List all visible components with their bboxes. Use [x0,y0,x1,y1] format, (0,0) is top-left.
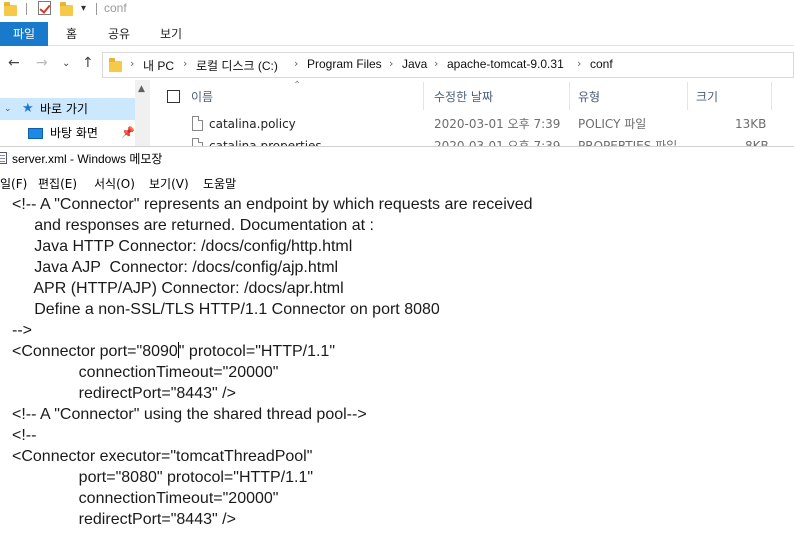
breadcrumb-java[interactable]: Java [402,57,427,71]
select-all-checkbox[interactable] [167,90,180,103]
text-editor-area[interactable]: <!-- A "Connector" represents an endpoin… [0,194,794,537]
window-title: conf [104,1,127,15]
ribbon-tabs: 파일 홈 공유 보기 [0,22,794,46]
breadcrumb-separator-icon[interactable]: › [577,57,581,70]
menu-help[interactable]: 도움말 [203,175,236,192]
nav-item-label: 바탕 화면 [50,126,98,140]
code-text-after-caret: " protocol="HTTP/1.1" [178,343,336,360]
code-text-before-caret: <Connector port="8090 [12,343,178,360]
column-header-size[interactable]: 크기 [696,88,718,105]
file-list: ⌃ 이름 수정한 날짜 유형 크기 catalina.policy 2020-0… [155,80,794,148]
tab-home[interactable]: 홈 [56,22,87,46]
toolbar-divider [26,3,27,15]
menu-format[interactable]: 서식(O) [94,175,135,192]
code-line-connector-port: <Connector port="8090" protocol="HTTP/1.… [12,341,335,362]
file-explorer-window: ▾ conf 파일 홈 공유 보기 ← → ⌄ ↑ › 내 PC › 로컬 디스… [0,0,794,148]
menu-file[interactable]: 일(F) [0,175,27,192]
code-line: redirectPort="8443" /> [12,511,236,528]
nav-item-label: 바로 가기 [40,102,88,116]
code-line: Java AJP Connector: /docs/config/ajp.htm… [12,259,339,276]
column-divider[interactable] [423,82,424,110]
desktop-icon [28,128,43,139]
table-row[interactable]: catalina.policy 2020-03-01 오후 7:39 POLIC… [155,113,794,135]
forward-arrow-icon[interactable]: → [36,55,48,71]
file-name: catalina.policy [209,117,296,131]
nav-pane-scrollbar[interactable]: ▲ [135,80,150,148]
breadcrumb-program-files[interactable]: Program Files [307,57,382,71]
tab-file[interactable]: 파일 [0,22,48,46]
column-header-name[interactable]: 이름 [191,88,213,105]
properties-check-icon[interactable] [38,1,51,15]
scroll-up-arrow-icon[interactable]: ▲ [138,84,145,94]
column-divider[interactable] [569,82,570,110]
notepad-app-icon[interactable] [0,152,7,164]
code-line: and responses are returned. Documentatio… [12,217,374,234]
recent-locations-chevron-icon[interactable]: ⌄ [62,58,70,69]
code-line: <!-- A "Connector" represents an endpoin… [12,196,533,213]
code-line: Define a non-SSL/TLS HTTP/1.1 Connector … [12,301,440,318]
code-line: <!-- A "Connector" using the shared thre… [12,406,367,423]
breadcrumb-separator-icon[interactable]: › [389,57,393,70]
notepad-window: server.xml - Windows 메모장 일(F) 편집(E) 서식(O… [0,146,794,537]
code-line: Java HTTP Connector: /docs/config/http.h… [12,238,353,255]
window-title: server.xml - Windows 메모장 [12,152,163,166]
sort-ascending-icon: ⌃ [293,80,302,91]
star-icon: ★ [22,101,34,116]
file-size: 13KB [735,117,767,131]
code-line: connectionTimeout="20000" [12,490,279,507]
column-divider[interactable] [687,82,688,110]
breadcrumb-local-disk[interactable]: 로컬 디스크 (C:) [196,57,278,74]
menu-bar: 일(F) 편집(E) 서식(O) 보기(V) 도움말 [0,172,794,192]
code-line: port="8080" protocol="HTTP/1.1" [12,469,314,486]
breadcrumb-separator-icon[interactable]: › [294,57,298,70]
up-arrow-icon[interactable]: ↑ [82,55,94,71]
nav-item-desktop[interactable]: 바탕 화면 📌 [0,122,135,144]
file-icon [192,116,203,131]
toolbar-divider [96,3,97,15]
breadcrumb-tomcat[interactable]: apache-tomcat-9.0.31 [447,57,564,71]
tab-share[interactable]: 공유 [98,22,140,46]
notepad-title-bar[interactable]: server.xml - Windows 메모장 [0,147,794,169]
nav-item-quick-access[interactable]: ⌄ ★ 바로 가기 [0,98,135,120]
breadcrumb-separator-icon[interactable]: › [183,57,187,70]
menu-view[interactable]: 보기(V) [149,175,189,192]
breadcrumb-separator-icon[interactable]: › [434,57,438,70]
file-type: POLICY 파일 [578,117,647,131]
customize-toolbar-dropdown-icon[interactable]: ▾ [81,3,86,14]
navigation-pane: ⌄ ★ 바로 가기 바탕 화면 📌 [0,96,150,148]
file-modified: 2020-03-01 오후 7:39 [434,117,561,131]
back-arrow-icon[interactable]: ← [8,55,20,71]
new-folder-icon[interactable] [60,1,74,17]
code-line: APR (HTTP/AJP) Connector: /docs/apr.html [12,280,344,297]
code-line: <Connector executor="tomcatThreadPool" [12,448,313,465]
column-header-modified[interactable]: 수정한 날짜 [434,88,493,105]
quick-access-toolbar: ▾ conf [0,0,794,20]
breadcrumb-separator-icon[interactable]: › [130,57,134,70]
breadcrumb-this-pc[interactable]: 내 PC [143,57,174,74]
pin-icon: 📌 [121,126,135,139]
code-line: --> [12,322,32,339]
column-divider[interactable] [771,82,772,110]
menu-edit[interactable]: 편집(E) [38,175,77,192]
column-header-type[interactable]: 유형 [578,88,600,105]
tab-view[interactable]: 보기 [150,22,192,46]
folder-icon[interactable] [4,1,18,17]
code-line: <!-- [12,427,37,444]
code-line: redirectPort="8443" /> [12,385,236,402]
navigation-bar: ← → ⌄ ↑ › 내 PC › 로컬 디스크 (C:) › Program F… [0,52,794,78]
collapse-chevron-icon[interactable]: ⌄ [4,98,12,120]
breadcrumb-conf[interactable]: conf [590,57,613,71]
code-line: connectionTimeout="20000" [12,364,279,381]
address-bar[interactable]: › 내 PC › 로컬 디스크 (C:) › Program Files › J… [102,52,794,78]
